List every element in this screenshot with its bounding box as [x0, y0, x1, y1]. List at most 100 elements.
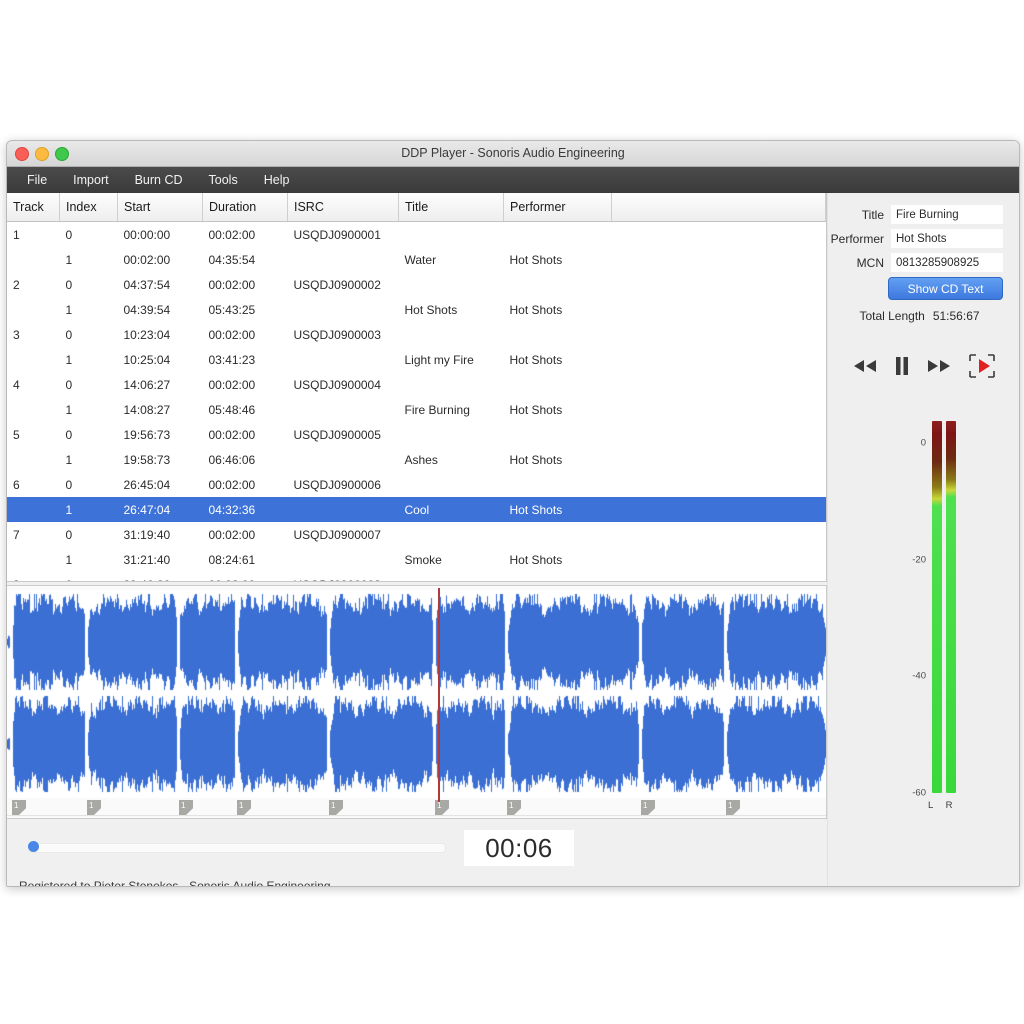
track-marker-strip[interactable]: 1 1 1 1 1 1 1 1 1 — [7, 799, 826, 815]
table-row[interactable]: 2 0 04:37:54 00:02:00 USQDJ0900002 — [7, 272, 826, 297]
cell-duration: 00:02:00 — [208, 327, 256, 342]
table-row[interactable]: 5 0 19:56:73 00:02:00 USQDJ0900005 — [7, 422, 826, 447]
cell-start: 00:02:00 — [123, 252, 171, 267]
cell-title — [399, 522, 504, 547]
cell-spacer — [612, 522, 826, 547]
column-header-start[interactable]: Start — [117, 193, 203, 222]
table-row[interactable]: 1 04:39:54 05:43:25 Hot Shots Hot Shots — [7, 297, 826, 322]
waveform-panel[interactable]: 1 1 1 1 1 1 1 1 1 — [7, 585, 827, 819]
table-row[interactable]: 1 26:47:04 04:32:36 Cool Hot Shots — [7, 497, 826, 522]
track-marker[interactable]: 1 — [12, 800, 26, 815]
cell-duration: 00:02:00 — [208, 427, 256, 442]
play-in-brackets-icon[interactable] — [968, 353, 996, 379]
cell-isrc — [287, 497, 399, 522]
cell-start: 00:00:00 — [123, 227, 171, 242]
cell-isrc — [288, 347, 399, 372]
cell-duration: 00:02:00 — [208, 277, 256, 292]
table-row[interactable]: 1 31:21:40 08:24:61 Smoke Hot Shots — [7, 547, 826, 572]
cell-index: 0 — [65, 377, 73, 392]
cell-title: Fire Burning — [404, 402, 470, 417]
column-header-isrc[interactable]: ISRC — [287, 193, 399, 222]
mcn-field[interactable]: 0813285908925 — [891, 253, 1003, 272]
track-marker[interactable]: 1 — [435, 800, 449, 815]
position-slider-row: 00:06 — [7, 830, 827, 866]
track-marker[interactable]: 1 — [726, 800, 740, 815]
column-header-title[interactable]: Title — [398, 193, 504, 222]
table-row[interactable]: 1 00:02:00 04:35:54 Water Hot Shots — [7, 247, 826, 272]
track-marker[interactable]: 1 — [507, 800, 521, 815]
cell-start: 26:47:04 — [117, 497, 203, 522]
menubar: File Import Burn CD Tools Help — [7, 167, 1019, 193]
cell-performer — [504, 572, 612, 581]
cell-performer: Hot Shots — [503, 497, 612, 522]
table-row[interactable]: 1 19:58:73 06:46:06 Ashes Hot Shots — [7, 447, 826, 472]
menu-tools[interactable]: Tools — [197, 170, 250, 190]
playhead-marker[interactable] — [438, 588, 440, 802]
table-row[interactable]: 8039:46:2600:02:00USQDJ0900008 — [7, 572, 826, 582]
track-marker[interactable]: 1 — [641, 800, 655, 815]
cell-spacer — [612, 397, 826, 422]
cell-spacer — [612, 347, 826, 372]
inspector-panel: Title Fire Burning Performer Hot Shots M… — [827, 193, 1019, 886]
cell-duration: 00:02:00 — [208, 477, 256, 492]
cell-isrc: USQDJ0900007 — [293, 527, 381, 542]
position-slider-track[interactable] — [29, 843, 446, 853]
rewind-icon[interactable] — [852, 358, 878, 374]
column-header-performer[interactable]: Performer — [503, 193, 612, 222]
cell-track — [7, 347, 60, 372]
cell-duration: 04:32:36 — [202, 497, 288, 522]
performer-field[interactable]: Hot Shots — [891, 229, 1003, 248]
cell-index: 0 — [65, 227, 73, 242]
track-marker-label: 1 — [331, 801, 336, 810]
cell-duration: 00:02:00 — [208, 227, 256, 242]
cell-performer: Hot Shots — [509, 452, 563, 467]
column-header-duration[interactable]: Duration — [202, 193, 288, 222]
track-marker[interactable]: 1 — [179, 800, 193, 815]
cell-title: Hot Shots — [404, 302, 458, 317]
fast-forward-icon[interactable] — [926, 358, 952, 374]
main-area: Track Index Start Duration ISRC Title Pe… — [7, 193, 1019, 886]
time-display: 00:06 — [464, 830, 574, 866]
cell-title: Light my Fire — [404, 352, 474, 367]
cell-index: 0 — [65, 277, 73, 292]
menu-import[interactable]: Import — [61, 170, 120, 190]
position-slider-knob[interactable] — [28, 841, 39, 852]
track-table: Track Index Start Duration ISRC Title Pe… — [7, 193, 826, 582]
cell-duration: 05:48:46 — [208, 402, 256, 417]
menu-burn-cd[interactable]: Burn CD — [123, 170, 195, 190]
waveform-display[interactable] — [7, 590, 826, 798]
column-header-track[interactable]: Track — [7, 193, 60, 222]
cell-performer — [504, 372, 612, 397]
cell-duration: 03:41:23 — [208, 352, 256, 367]
pause-icon[interactable] — [894, 356, 910, 376]
track-marker[interactable]: 1 — [237, 800, 251, 815]
total-length-row: Total Length 51:56:67 — [828, 309, 1019, 323]
table-row[interactable]: 6 0 26:45:04 00:02:00 USQDJ0900006 — [7, 472, 826, 497]
table-row[interactable]: 7 0 31:19:40 00:02:00 USQDJ0900007 — [7, 522, 826, 547]
column-header-index[interactable]: Index — [59, 193, 118, 222]
table-row[interactable]: 3 0 10:23:04 00:02:00 USQDJ0900003 — [7, 322, 826, 347]
table-row[interactable]: 1 0 00:00:00 00:02:00 USQDJ0900001 — [7, 222, 826, 248]
table-row[interactable]: 4 0 14:06:27 00:02:00 USQDJ0900004 — [7, 372, 826, 397]
cell-title — [399, 472, 504, 497]
cell-spacer — [612, 472, 826, 497]
cell-performer: Hot Shots — [509, 252, 563, 267]
show-cd-text-button[interactable]: Show CD Text — [888, 277, 1003, 300]
title-field[interactable]: Fire Burning — [891, 205, 1003, 224]
menu-help[interactable]: Help — [252, 170, 302, 190]
track-list-panel: Track Index Start Duration ISRC Title Pe… — [7, 193, 827, 582]
cell-spacer — [612, 272, 826, 297]
meter-tick-label: -40 — [912, 670, 926, 682]
track-marker[interactable]: 1 — [87, 800, 101, 815]
menu-file[interactable]: File — [15, 170, 59, 190]
cell-performer — [504, 422, 612, 447]
track-marker[interactable]: 1 — [329, 800, 343, 815]
table-row[interactable]: 1 10:25:04 03:41:23 Light my Fire Hot Shots — [7, 347, 826, 372]
cell-duration: 00:02:00 — [208, 377, 256, 392]
table-header: Track Index Start Duration ISRC Title Pe… — [7, 193, 826, 222]
cell-performer — [504, 222, 612, 248]
table-row[interactable]: 1 14:08:27 05:48:46 Fire Burning Hot Shots — [7, 397, 826, 422]
cell-title — [399, 422, 504, 447]
cell-title: Ashes — [404, 452, 438, 467]
cell-spacer — [612, 372, 826, 397]
